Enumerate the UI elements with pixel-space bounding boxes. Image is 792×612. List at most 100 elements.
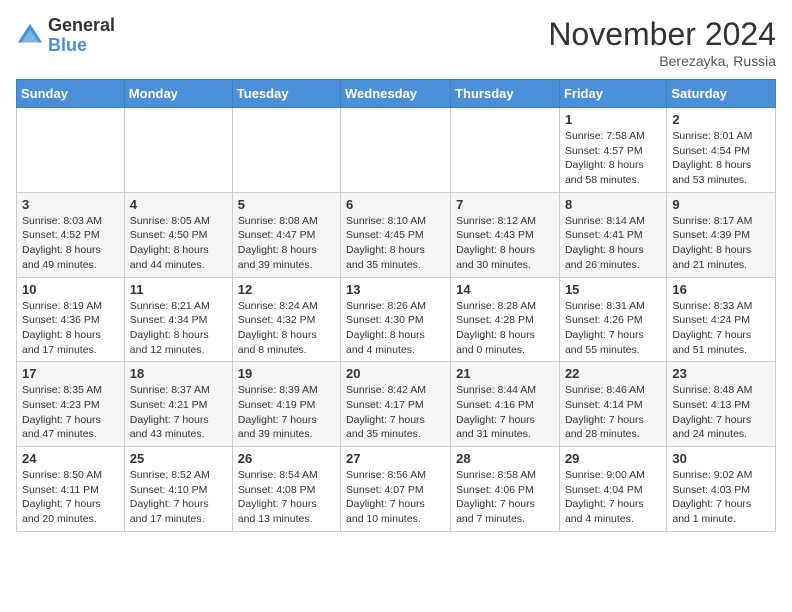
- day-info: Sunrise: 8:42 AM Sunset: 4:17 PM Dayligh…: [346, 383, 445, 442]
- day-number: 7: [456, 197, 554, 212]
- day-info: Sunrise: 8:14 AM Sunset: 4:41 PM Dayligh…: [565, 214, 661, 273]
- day-number: 13: [346, 282, 445, 297]
- day-number: 29: [565, 451, 661, 466]
- day-number: 20: [346, 366, 445, 381]
- day-number: 22: [565, 366, 661, 381]
- calendar-cell: 8 Sunrise: 8:14 AM Sunset: 4:41 PM Daylig…: [559, 192, 666, 277]
- calendar-cell: 1Sunrise: 7:58 AM Sunset: 4:57 PM Daylig…: [559, 108, 666, 193]
- day-number: 15: [565, 282, 661, 297]
- calendar-cell: 16 Sunrise: 8:33 AM Sunset: 4:24 PM Dayli…: [667, 277, 776, 362]
- location: Berezayka, Russia: [548, 53, 776, 69]
- calendar-cell: 26 Sunrise: 8:54 AM Sunset: 4:08 PM Dayli…: [232, 447, 340, 532]
- day-number: 6: [346, 197, 445, 212]
- day-info: Sunrise: 8:54 AM Sunset: 4:08 PM Dayligh…: [238, 468, 335, 527]
- calendar-cell: [124, 108, 232, 193]
- day-number: 12: [238, 282, 335, 297]
- logo-text: General Blue: [48, 16, 115, 56]
- day-number: 27: [346, 451, 445, 466]
- weekday-header: Friday: [559, 80, 666, 108]
- page-header: General Blue November 2024 Berezayka, Ru…: [16, 16, 776, 69]
- calendar-week-row: 24Sunrise: 8:50 AM Sunset: 4:11 PM Dayli…: [17, 447, 776, 532]
- calendar-cell: 9 Sunrise: 8:17 AM Sunset: 4:39 PM Daylig…: [667, 192, 776, 277]
- day-number: 11: [130, 282, 227, 297]
- calendar-cell: [17, 108, 125, 193]
- logo-general: General: [48, 16, 115, 36]
- day-number: 30: [672, 451, 770, 466]
- calendar-cell: 12 Sunrise: 8:24 AM Sunset: 4:32 PM Dayli…: [232, 277, 340, 362]
- day-number: 4: [130, 197, 227, 212]
- day-number: 16: [672, 282, 770, 297]
- day-info: Sunrise: 8:21 AM Sunset: 4:34 PM Dayligh…: [130, 299, 227, 358]
- day-info: Sunrise: 8:03 AM Sunset: 4:52 PM Dayligh…: [22, 214, 119, 273]
- day-info: Sunrise: 8:05 AM Sunset: 4:50 PM Dayligh…: [130, 214, 227, 273]
- calendar-cell: 19Sunrise: 8:39 AM Sunset: 4:19 PM Dayli…: [232, 362, 340, 447]
- weekday-header: Sunday: [17, 80, 125, 108]
- calendar-cell: 13 Sunrise: 8:26 AM Sunset: 4:30 PM Dayli…: [341, 277, 451, 362]
- month-title: November 2024: [548, 16, 776, 53]
- weekday-header: Tuesday: [232, 80, 340, 108]
- day-info: Sunrise: 9:02 AM Sunset: 4:03 PM Dayligh…: [672, 468, 770, 527]
- calendar-cell: 10Sunrise: 8:19 AM Sunset: 4:36 PM Dayli…: [17, 277, 125, 362]
- calendar-cell: [451, 108, 560, 193]
- logo-icon: [16, 22, 44, 50]
- weekday-row: SundayMondayTuesdayWednesdayThursdayFrid…: [17, 80, 776, 108]
- day-number: 21: [456, 366, 554, 381]
- day-info: Sunrise: 8:08 AM Sunset: 4:47 PM Dayligh…: [238, 214, 335, 273]
- day-info: Sunrise: 8:24 AM Sunset: 4:32 PM Dayligh…: [238, 299, 335, 358]
- day-info: Sunrise: 8:01 AM Sunset: 4:54 PM Dayligh…: [672, 129, 770, 188]
- calendar-week-row: 3 Sunrise: 8:03 AM Sunset: 4:52 PM Daylig…: [17, 192, 776, 277]
- day-info: Sunrise: 8:56 AM Sunset: 4:07 PM Dayligh…: [346, 468, 445, 527]
- day-info: Sunrise: 8:31 AM Sunset: 4:26 PM Dayligh…: [565, 299, 661, 358]
- day-number: 8: [565, 197, 661, 212]
- day-info: Sunrise: 7:58 AM Sunset: 4:57 PM Dayligh…: [565, 129, 661, 188]
- day-number: 23: [672, 366, 770, 381]
- day-number: 9: [672, 197, 770, 212]
- day-number: 3: [22, 197, 119, 212]
- logo-blue: Blue: [48, 36, 115, 56]
- calendar-cell: 28 Sunrise: 8:58 AM Sunset: 4:06 PM Dayli…: [451, 447, 560, 532]
- calendar-cell: 21 Sunrise: 8:44 AM Sunset: 4:16 PM Dayli…: [451, 362, 560, 447]
- day-number: 28: [456, 451, 554, 466]
- calendar-cell: 14 Sunrise: 8:28 AM Sunset: 4:28 PM Dayli…: [451, 277, 560, 362]
- calendar-cell: 27 Sunrise: 8:56 AM Sunset: 4:07 PM Dayli…: [341, 447, 451, 532]
- day-info: Sunrise: 8:46 AM Sunset: 4:14 PM Dayligh…: [565, 383, 661, 442]
- day-info: Sunrise: 8:48 AM Sunset: 4:13 PM Dayligh…: [672, 383, 770, 442]
- day-info: Sunrise: 8:28 AM Sunset: 4:28 PM Dayligh…: [456, 299, 554, 358]
- day-info: Sunrise: 8:52 AM Sunset: 4:10 PM Dayligh…: [130, 468, 227, 527]
- day-info: Sunrise: 8:58 AM Sunset: 4:06 PM Dayligh…: [456, 468, 554, 527]
- calendar-cell: 30 Sunrise: 9:02 AM Sunset: 4:03 PM Dayli…: [667, 447, 776, 532]
- calendar-week-row: 17 Sunrise: 8:35 AM Sunset: 4:23 PM Dayli…: [17, 362, 776, 447]
- day-info: Sunrise: 8:39 AM Sunset: 4:19 PM Dayligh…: [238, 383, 335, 442]
- calendar-table: SundayMondayTuesdayWednesdayThursdayFrid…: [16, 79, 776, 532]
- day-number: 2: [672, 112, 770, 127]
- day-info: Sunrise: 8:35 AM Sunset: 4:23 PM Dayligh…: [22, 383, 119, 442]
- day-info: Sunrise: 8:44 AM Sunset: 4:16 PM Dayligh…: [456, 383, 554, 442]
- calendar-week-row: 10Sunrise: 8:19 AM Sunset: 4:36 PM Dayli…: [17, 277, 776, 362]
- calendar-cell: 4 Sunrise: 8:05 AM Sunset: 4:50 PM Daylig…: [124, 192, 232, 277]
- calendar-cell: 24Sunrise: 8:50 AM Sunset: 4:11 PM Dayli…: [17, 447, 125, 532]
- calendar-cell: 7 Sunrise: 8:12 AM Sunset: 4:43 PM Daylig…: [451, 192, 560, 277]
- calendar-cell: 17 Sunrise: 8:35 AM Sunset: 4:23 PM Dayli…: [17, 362, 125, 447]
- day-number: 24: [22, 451, 119, 466]
- weekday-header: Thursday: [451, 80, 560, 108]
- calendar-cell: 20 Sunrise: 8:42 AM Sunset: 4:17 PM Dayli…: [341, 362, 451, 447]
- day-info: Sunrise: 8:37 AM Sunset: 4:21 PM Dayligh…: [130, 383, 227, 442]
- calendar-cell: 15 Sunrise: 8:31 AM Sunset: 4:26 PM Dayli…: [559, 277, 666, 362]
- calendar-cell: [232, 108, 340, 193]
- day-info: Sunrise: 8:17 AM Sunset: 4:39 PM Dayligh…: [672, 214, 770, 273]
- calendar-cell: 5Sunrise: 8:08 AM Sunset: 4:47 PM Daylig…: [232, 192, 340, 277]
- weekday-header: Monday: [124, 80, 232, 108]
- day-info: Sunrise: 8:12 AM Sunset: 4:43 PM Dayligh…: [456, 214, 554, 273]
- calendar-cell: 23 Sunrise: 8:48 AM Sunset: 4:13 PM Dayli…: [667, 362, 776, 447]
- calendar-cell: 25Sunrise: 8:52 AM Sunset: 4:10 PM Dayli…: [124, 447, 232, 532]
- day-number: 26: [238, 451, 335, 466]
- day-number: 17: [22, 366, 119, 381]
- day-info: Sunrise: 8:10 AM Sunset: 4:45 PM Dayligh…: [346, 214, 445, 273]
- day-number: 14: [456, 282, 554, 297]
- day-info: Sunrise: 8:33 AM Sunset: 4:24 PM Dayligh…: [672, 299, 770, 358]
- day-info: Sunrise: 8:26 AM Sunset: 4:30 PM Dayligh…: [346, 299, 445, 358]
- calendar-header: SundayMondayTuesdayWednesdayThursdayFrid…: [17, 80, 776, 108]
- calendar-week-row: 1Sunrise: 7:58 AM Sunset: 4:57 PM Daylig…: [17, 108, 776, 193]
- calendar-cell: 29Sunrise: 9:00 AM Sunset: 4:04 PM Dayli…: [559, 447, 666, 532]
- calendar-cell: 2 Sunrise: 8:01 AM Sunset: 4:54 PM Daylig…: [667, 108, 776, 193]
